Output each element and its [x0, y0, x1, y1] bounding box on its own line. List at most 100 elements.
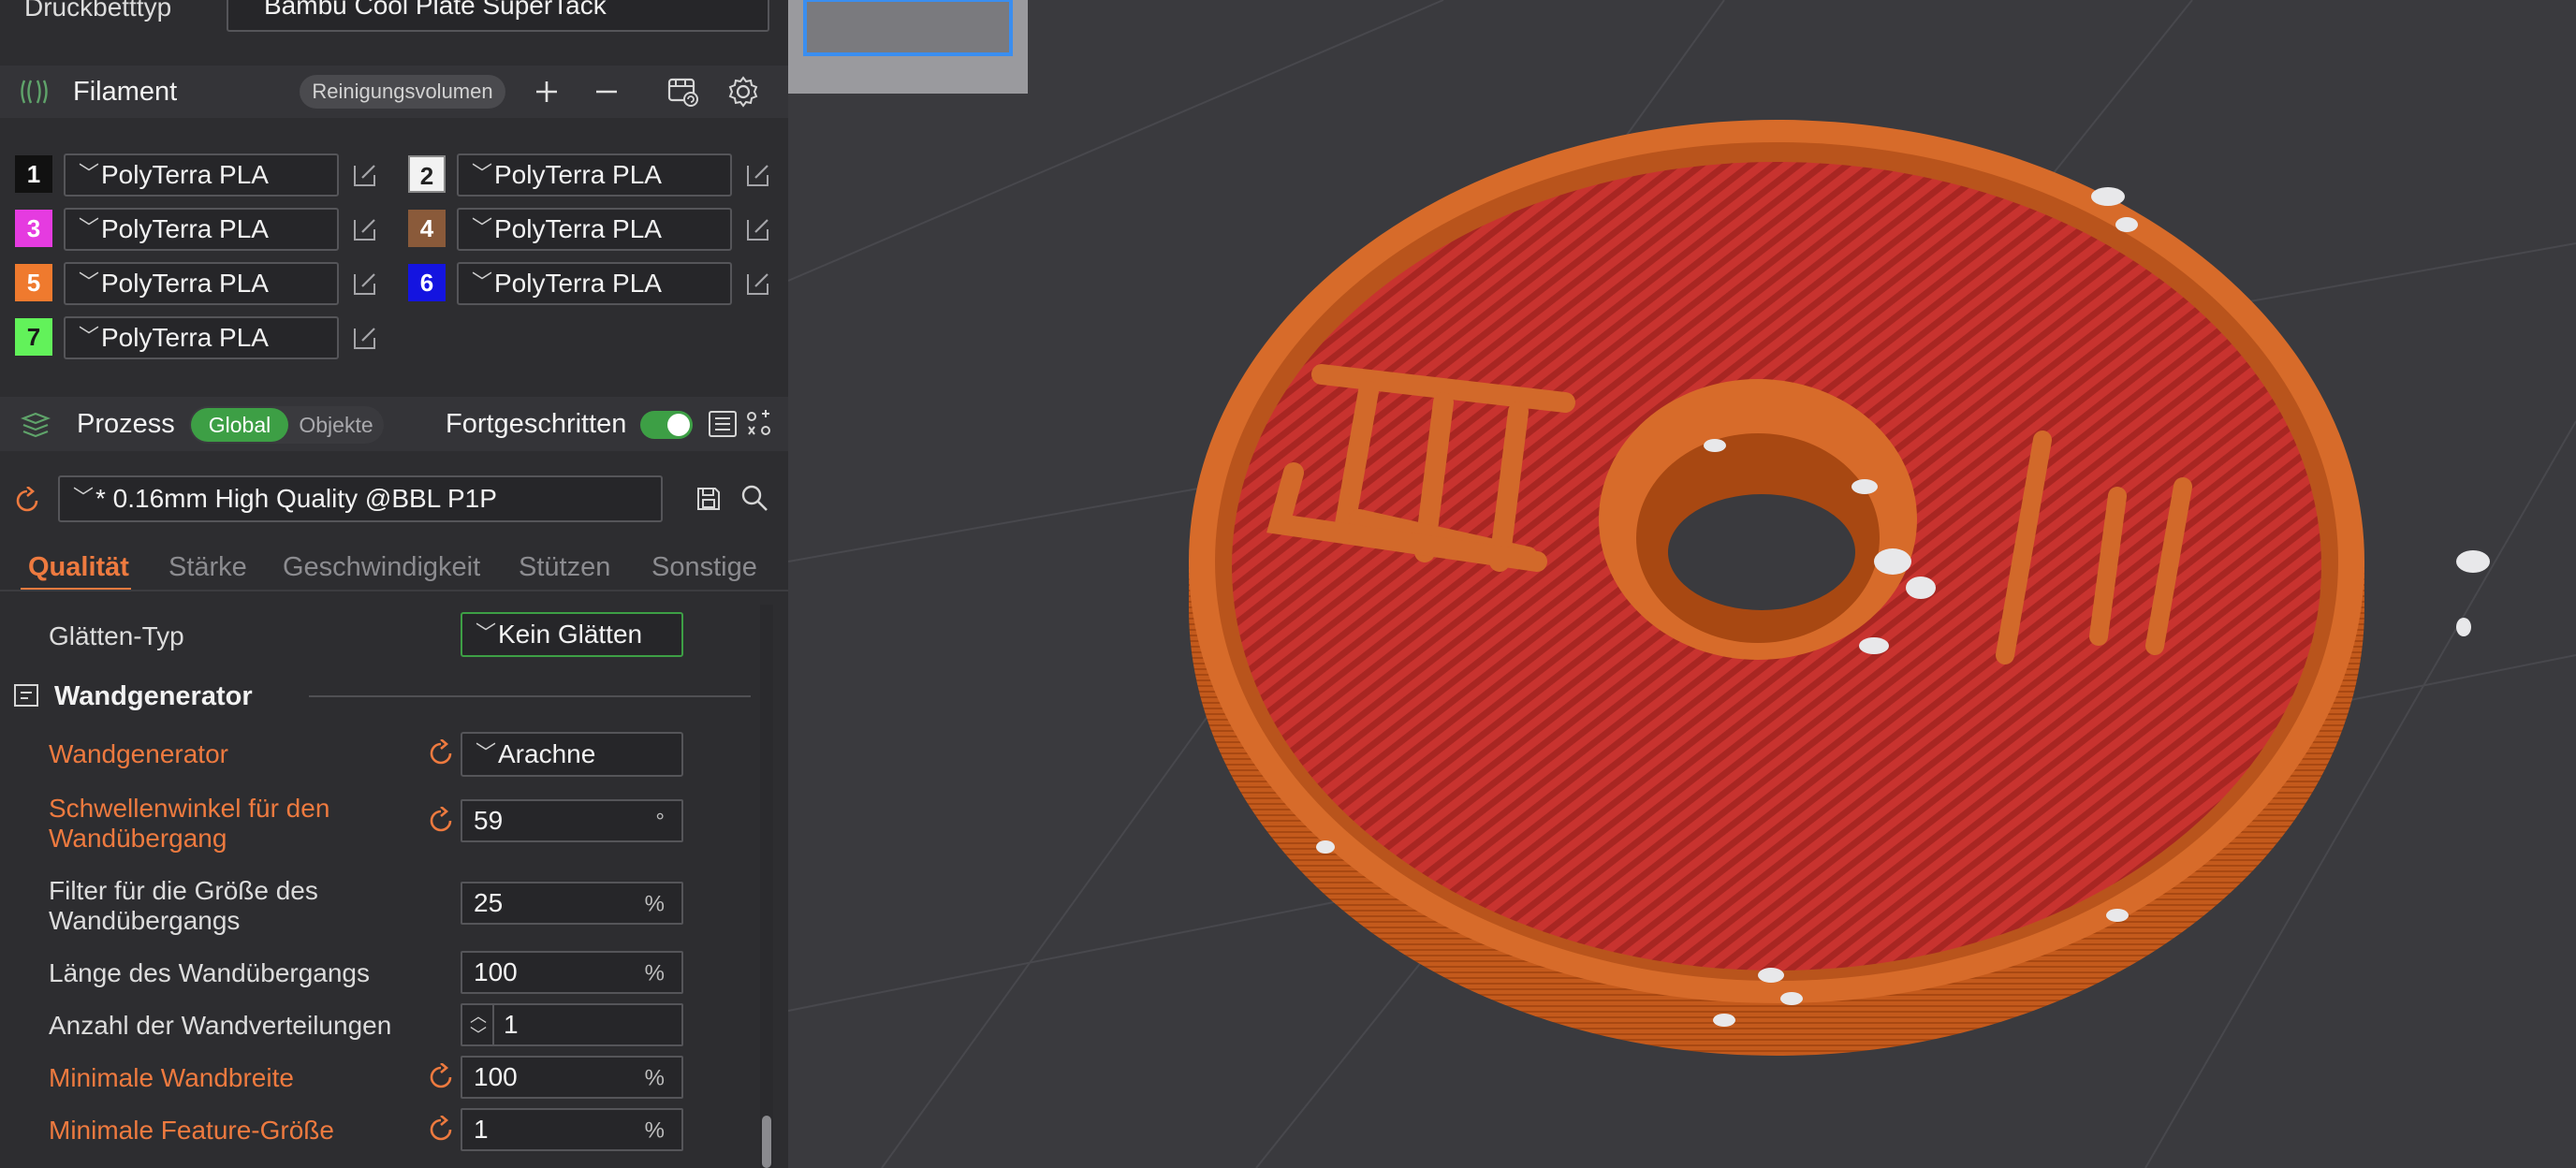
tab-support[interactable]: Stützen: [519, 552, 610, 583]
filament-name: PolyTerra PLA: [101, 214, 269, 243]
reset-value-icon[interactable]: [427, 1063, 455, 1091]
input-value: 25: [474, 888, 504, 917]
tab-others[interactable]: Sonstige: [651, 552, 757, 583]
edit-filament-icon[interactable]: [743, 269, 773, 299]
threshold-angle-input[interactable]: 59 °: [461, 799, 683, 842]
setting-label-line2: Wandübergangs: [49, 906, 241, 935]
input-value: 1: [504, 1010, 519, 1039]
filament-name: PolyTerra PLA: [494, 160, 662, 189]
filament-dropdown[interactable]: ﹀ PolyTerra PLA: [64, 262, 339, 305]
3d-model[interactable]: [1189, 120, 2490, 1056]
filament-color-swatch[interactable]: 3: [15, 210, 52, 247]
slot-number: 1: [26, 160, 41, 188]
section-divider: [309, 695, 751, 697]
edit-filament-icon[interactable]: [350, 323, 380, 353]
filament-name: PolyTerra PLA: [101, 323, 269, 352]
chevron-down-icon: ﹀: [476, 620, 497, 645]
transition-length-input[interactable]: 100 %: [461, 951, 683, 994]
filament-color-swatch[interactable]: 6: [408, 264, 446, 301]
chevron-down-icon: ﹀: [472, 161, 493, 185]
settings-gear-icon[interactable]: [726, 75, 760, 109]
filament-title: Filament: [73, 77, 178, 107]
filament-dropdown[interactable]: ﹀ PolyTerra PLA: [64, 153, 339, 197]
compare-presets-icon[interactable]: [745, 410, 773, 438]
bed-type-row: Druckbetttyp ﹀ Bambu Cool Plate SuperTac…: [0, 0, 788, 37]
scrollbar-thumb[interactable]: [762, 1116, 771, 1168]
setting-label: Schwellenwinkel für den: [49, 794, 330, 823]
edit-filament-icon[interactable]: [743, 214, 773, 244]
input-value: 100: [474, 957, 518, 986]
wall-generator-value: Arachne: [498, 739, 596, 768]
reset-value-icon[interactable]: [427, 807, 455, 835]
filament-color-swatch[interactable]: 1: [15, 155, 52, 193]
setting-label: Minimale Wandbreite: [49, 1063, 294, 1092]
input-value: 1: [474, 1115, 489, 1144]
filament-color-swatch[interactable]: 5: [15, 264, 52, 301]
edit-filament-icon[interactable]: [350, 160, 380, 190]
filament-sync-icon[interactable]: [666, 75, 700, 109]
viewport-canvas[interactable]: [788, 0, 2576, 1168]
wall-generator-dropdown[interactable]: ﹀ Arachne: [461, 732, 683, 777]
filament-color-swatch[interactable]: 4: [408, 210, 446, 247]
filament-dropdown[interactable]: ﹀ PolyTerra PLA: [457, 262, 732, 305]
tab-speed[interactable]: Geschwindigkeit: [283, 552, 480, 583]
add-filament-icon[interactable]: [534, 79, 560, 105]
edit-filament-icon[interactable]: [743, 160, 773, 190]
filament-name: PolyTerra PLA: [101, 269, 269, 298]
process-preset-value: * 0.16mm High Quality @BBL P1P: [95, 484, 497, 513]
chevron-down-icon: ﹀: [242, 0, 263, 15]
chevron-down-icon[interactable]: ﹀: [470, 1022, 487, 1046]
filament-dropdown[interactable]: ﹀ PolyTerra PLA: [457, 153, 732, 197]
ironing-type-dropdown[interactable]: ﹀ Kein Glätten: [461, 612, 683, 657]
filament-name: PolyTerra PLA: [101, 160, 269, 189]
process-header: Prozess Global Objekte Fortgeschritten: [0, 397, 788, 451]
input-unit: %: [644, 1065, 665, 1091]
slot-number: 4: [419, 214, 434, 242]
plate-thumbnail-selected[interactable]: [803, 0, 1013, 56]
transition-filter-input[interactable]: 25 %: [461, 882, 683, 925]
settings-scroll-area: Glätten-Typ ﹀ Kein Glätten Wandgenerator…: [0, 599, 788, 1168]
tab-divider: [0, 590, 788, 591]
filament-header: Filament Reinigungsvolumen: [0, 66, 788, 118]
seg-global-button[interactable]: Global: [191, 408, 288, 442]
scope-segmented-control: Global Objekte: [189, 406, 384, 444]
list-view-icon[interactable]: [708, 410, 738, 438]
remove-filament-icon[interactable]: [593, 79, 620, 105]
edit-filament-icon[interactable]: [350, 214, 380, 244]
input-unit: %: [644, 1117, 665, 1144]
reset-preset-icon[interactable]: [13, 487, 41, 515]
filament-color-swatch[interactable]: 7: [15, 318, 52, 356]
chevron-down-icon: ﹀: [79, 215, 100, 240]
reset-value-icon[interactable]: [427, 739, 455, 767]
chevron-down-icon: ﹀: [79, 161, 100, 185]
save-preset-icon[interactable]: [695, 485, 723, 513]
edit-filament-icon[interactable]: [350, 269, 380, 299]
tab-strength[interactable]: Stärke: [168, 552, 247, 583]
spinner-buttons[interactable]: ︿ ﹀: [462, 1005, 494, 1044]
chevron-down-icon: ﹀: [476, 740, 497, 765]
scrollbar-track[interactable]: [760, 605, 773, 1168]
purge-volume-button[interactable]: Reinigungsvolumen: [300, 75, 505, 109]
setting-label: Minimale Feature-Größe: [49, 1116, 334, 1145]
settings-panel: Druckbetttyp ﹀ Bambu Cool Plate SuperTac…: [0, 0, 788, 1168]
filament-dropdown[interactable]: ﹀ PolyTerra PLA: [457, 208, 732, 251]
filament-dropdown[interactable]: ﹀ PolyTerra PLA: [64, 208, 339, 251]
3d-viewport[interactable]: [788, 0, 2576, 1168]
input-value: 59: [474, 806, 504, 835]
reset-value-icon[interactable]: [427, 1116, 455, 1144]
min-wall-width-input[interactable]: 100 %: [461, 1056, 683, 1099]
advanced-toggle[interactable]: [640, 411, 693, 439]
seg-objects-button[interactable]: Objekte: [290, 408, 382, 442]
search-icon[interactable]: [739, 483, 769, 513]
filament-color-swatch[interactable]: 2: [408, 155, 446, 193]
filament-dropdown[interactable]: ﹀ PolyTerra PLA: [64, 316, 339, 359]
process-preset-dropdown[interactable]: ﹀ * 0.16mm High Quality @BBL P1P: [58, 475, 663, 522]
slot-number: 5: [26, 269, 41, 297]
tab-quality[interactable]: Qualität: [28, 552, 129, 583]
bed-type-dropdown[interactable]: ﹀ Bambu Cool Plate SuperTack: [227, 0, 769, 32]
filament-icon: [21, 80, 48, 104]
ironing-type-value: Kein Glätten: [498, 620, 643, 649]
wall-generator-section-icon: [14, 684, 38, 707]
min-feature-size-input[interactable]: 1 %: [461, 1108, 683, 1151]
wall-distribution-count-input[interactable]: ︿ ﹀ 1: [461, 1003, 683, 1046]
